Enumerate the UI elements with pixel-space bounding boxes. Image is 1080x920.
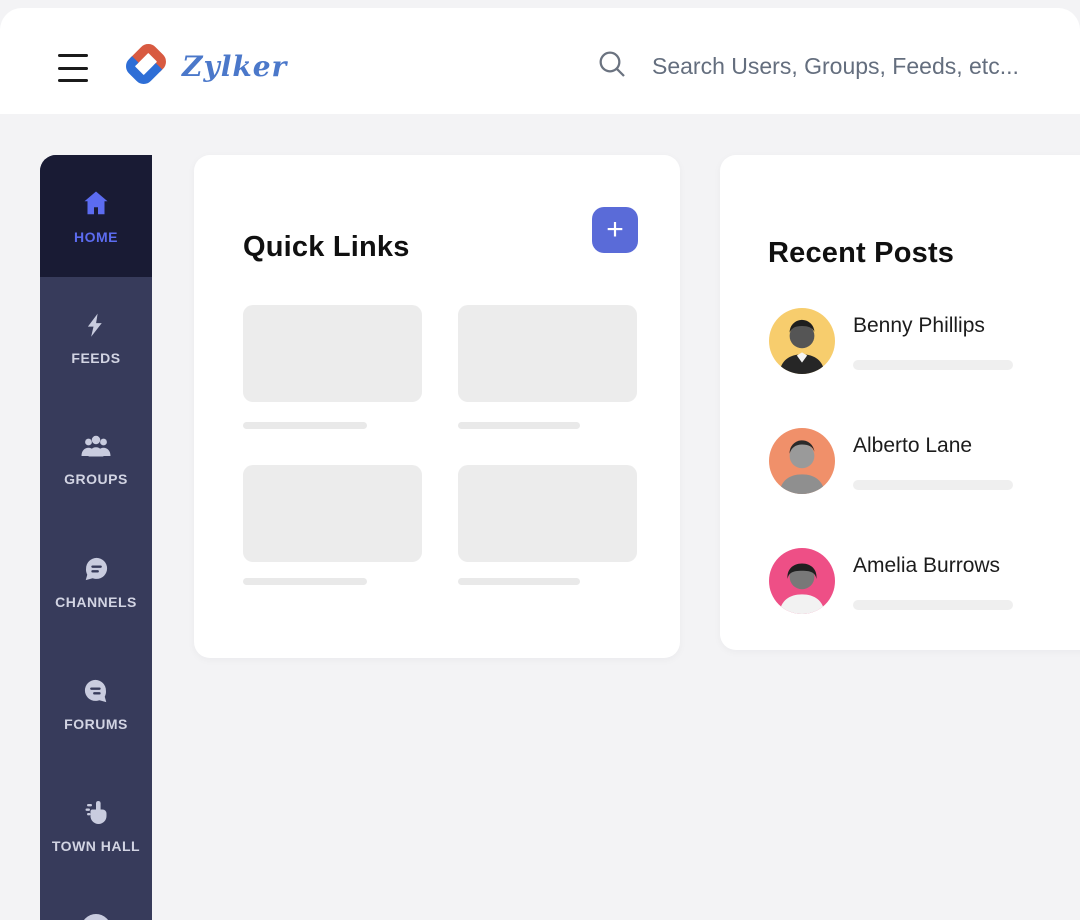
post-author-name[interactable]: Benny Phillips	[853, 314, 985, 338]
search-icon	[596, 48, 628, 85]
quick-links-card: Quick Links +	[194, 155, 680, 658]
sidebar-item-channels[interactable]: CHANNELS	[40, 521, 152, 643]
recent-post-row: Benny Phillips	[769, 308, 1080, 384]
sidebar-item-label: FORUMS	[64, 715, 128, 732]
placeholder-line	[458, 422, 580, 429]
sidebar-item-label: CHANNELS	[55, 593, 137, 610]
post-author-name[interactable]: Amelia Burrows	[853, 554, 1000, 578]
recent-post-row: Amelia Burrows	[769, 548, 1080, 624]
quick-link-placeholder-tile[interactable]	[243, 465, 422, 562]
sidebar-item-label: TOWN HALL	[51, 837, 141, 854]
raised-hand-icon	[83, 799, 109, 827]
placeholder-line	[243, 422, 367, 429]
avatar[interactable]	[769, 308, 835, 374]
global-search[interactable]	[596, 48, 1054, 85]
sidebar-item-partial[interactable]	[40, 887, 152, 920]
home-icon	[81, 188, 111, 218]
sidebar-item-forums[interactable]: FORUMS	[40, 643, 152, 765]
sidebar-item-label: GROUPS	[64, 470, 128, 487]
post-placeholder-line	[853, 360, 1013, 370]
sidebar-item-home[interactable]: HOME	[40, 155, 152, 277]
forum-bubble-icon	[82, 677, 110, 705]
people-icon	[80, 434, 112, 460]
placeholder-line	[458, 578, 580, 585]
partial-icon	[81, 914, 111, 920]
brand-logo[interactable]: Zylker	[120, 38, 287, 95]
lightning-icon	[83, 311, 109, 339]
sidebar-nav: HOME FEEDS GROUPS CHANNELS FORUMS TOWN H…	[40, 155, 152, 920]
sidebar-item-groups[interactable]: GROUPS	[40, 399, 152, 521]
post-placeholder-line	[853, 600, 1013, 610]
placeholder-line	[243, 578, 367, 585]
quick-links-title: Quick Links	[243, 231, 410, 264]
avatar[interactable]	[769, 428, 835, 494]
sidebar-item-town-hall[interactable]: TOWN HALL	[40, 765, 152, 887]
recent-post-row: Alberto Lane	[769, 428, 1080, 504]
post-placeholder-line	[853, 480, 1013, 490]
add-quick-link-button[interactable]: +	[592, 207, 638, 253]
hamburger-menu-icon[interactable]	[58, 54, 88, 82]
avatar[interactable]	[769, 548, 835, 614]
post-author-name[interactable]: Alberto Lane	[853, 434, 972, 458]
quick-link-placeholder-tile[interactable]	[458, 305, 637, 402]
sidebar-item-label: FEEDS	[71, 349, 121, 366]
sidebar-item-feeds[interactable]: FEEDS	[40, 277, 152, 399]
zylker-logo-icon	[120, 38, 172, 95]
top-bar: Zylker	[0, 8, 1080, 114]
recent-posts-card: Recent Posts Benny Phillips Alberto Lane	[720, 155, 1080, 650]
search-input[interactable]	[650, 52, 1054, 81]
sidebar-item-label: HOME	[74, 228, 118, 245]
quick-link-placeholder-tile[interactable]	[458, 465, 637, 562]
recent-posts-title: Recent Posts	[768, 237, 955, 270]
quick-link-placeholder-tile[interactable]	[243, 305, 422, 402]
chat-bubble-icon	[82, 555, 110, 583]
brand-name: Zylker	[182, 50, 288, 83]
